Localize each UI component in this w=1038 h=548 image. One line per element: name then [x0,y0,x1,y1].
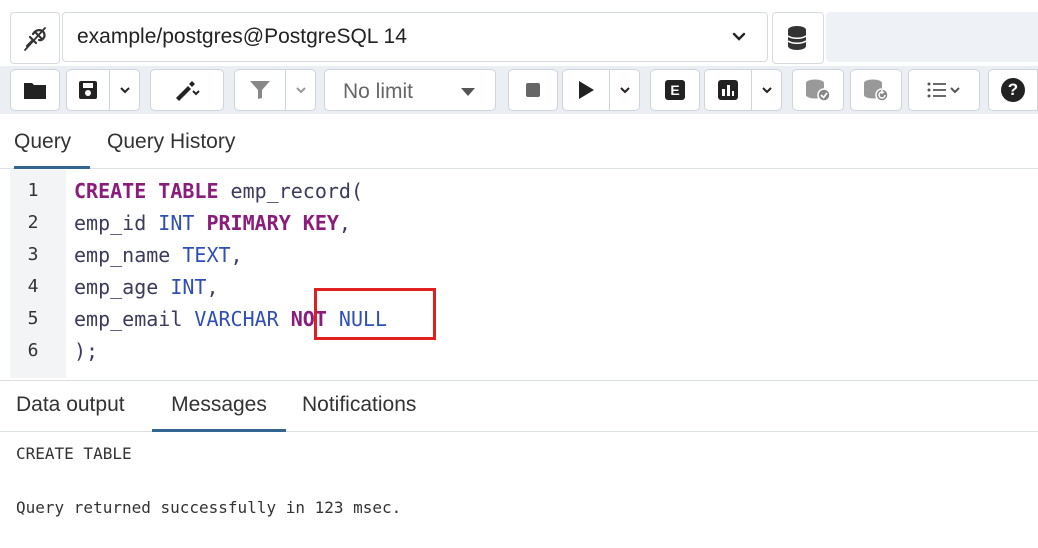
line-number: 5 [27,308,39,329]
stop-button[interactable] [508,69,558,111]
code-token: VARCHAR [194,307,279,331]
connection-dropdown[interactable]: example/postgres@PostgreSQL 14 [62,12,768,62]
code-token: , [230,243,243,267]
save-button-group [66,69,140,111]
filter-button-group [234,69,316,111]
line-number: 1 [27,180,39,201]
code-token: CREATE TABLE [74,179,219,203]
message-result-text: CREATE TABLE [16,444,132,463]
tab-query-history[interactable]: Query History [107,130,235,166]
save-button[interactable] [66,69,110,111]
explain-button[interactable]: E [650,69,700,111]
pencil-icon [176,81,200,101]
code-line: emp_age INT, [74,275,219,299]
tab-data-output[interactable]: Data output [16,393,125,429]
bar-chart-icon [718,80,738,100]
tab-messages[interactable]: Messages [152,393,286,432]
tab-notifications-label: Notifications [302,393,417,416]
code-token: emp_age [74,275,171,299]
database-rollback-icon [864,79,889,102]
row-limit-select[interactable]: No limit [324,69,496,111]
code-line: CREATE TABLE emp_record( [74,179,363,203]
sql-editor[interactable]: 1 2 3 4 5 6 CREATE TABLE emp_record( emp… [0,170,1038,378]
tab-query[interactable]: Query [14,130,90,169]
disconnected-plug-icon [24,27,46,51]
query-tabs: Query Query History [0,124,1038,169]
save-options-button[interactable] [110,69,140,111]
explain-analyze-button-group [704,69,782,111]
filter-icon [250,81,270,99]
tab-data-output-label: Data output [16,393,125,416]
database-commit-icon [806,79,831,102]
connection-status-button[interactable] [10,12,60,64]
not-null-highlight-box [314,288,436,340]
tab-notifications[interactable]: Notifications [302,393,416,429]
filter-options-button[interactable] [286,69,316,111]
open-file-button[interactable] [10,69,60,111]
play-icon [579,81,594,99]
edit-button[interactable] [150,69,224,111]
code-token: emp_record( [218,179,363,203]
list-icon [927,82,960,98]
code-token: INT [158,211,195,235]
code-token: INT [170,275,207,299]
result-tabs: Data output Messages Notifications [0,380,1038,432]
code-token: TEXT [182,243,231,267]
code-token: ); [74,339,99,363]
line-number: 6 [27,340,39,361]
code-line: ); [74,339,98,363]
explain-icon: E [665,80,685,100]
code-line: emp_name TEXT, [74,243,243,267]
explain-options-button[interactable] [752,69,782,111]
macros-button[interactable] [908,69,980,111]
code-token: emp_email [74,307,195,331]
line-number-gutter: 1 2 3 4 5 6 [10,170,66,378]
code-token: PRIMARY KEY [206,211,339,235]
connection-label: example/postgres@PostgreSQL 14 [77,25,407,48]
code-line: emp_id INT PRIMARY KEY, [74,211,351,235]
execute-button-group [562,69,640,111]
filter-button[interactable] [234,69,286,111]
chevron-down-icon [732,32,746,41]
chevron-down-icon [295,87,306,94]
save-icon [79,81,97,99]
tab-messages-label: Messages [171,393,267,416]
explain-analyze-button[interactable] [704,69,752,111]
connection-bar-filler [826,12,1038,62]
code-token: emp_name [74,243,183,267]
connection-bar: example/postgres@PostgreSQL 14 [0,12,1038,64]
chevron-down-icon [119,87,130,94]
row-limit-value: No limit [343,80,414,103]
code-token: emp_id [74,211,159,235]
tab-query-history-label: Query History [107,130,236,153]
chevron-down-icon [619,87,630,94]
code-token: , [338,211,351,235]
help-icon: ? [1001,78,1025,102]
tab-query-label: Query [14,130,72,153]
execute-options-button[interactable] [610,69,640,111]
database-icon [787,26,807,50]
line-number: 3 [27,244,39,265]
message-status-text: Query returned successfully in 123 msec. [16,498,402,517]
chevron-down-icon [761,87,772,94]
new-connection-button[interactable] [772,12,824,64]
code-token: , [206,275,219,299]
folder-icon [24,83,46,99]
commit-button[interactable] [792,69,844,111]
stop-icon [526,83,540,97]
query-toolbar: No limit E ? [0,66,1038,114]
line-number: 2 [27,212,39,233]
rollback-button[interactable] [850,69,902,111]
line-number: 4 [27,276,39,297]
help-button[interactable]: ? [988,69,1038,111]
execute-button[interactable] [562,69,610,111]
caret-down-icon [461,88,475,96]
